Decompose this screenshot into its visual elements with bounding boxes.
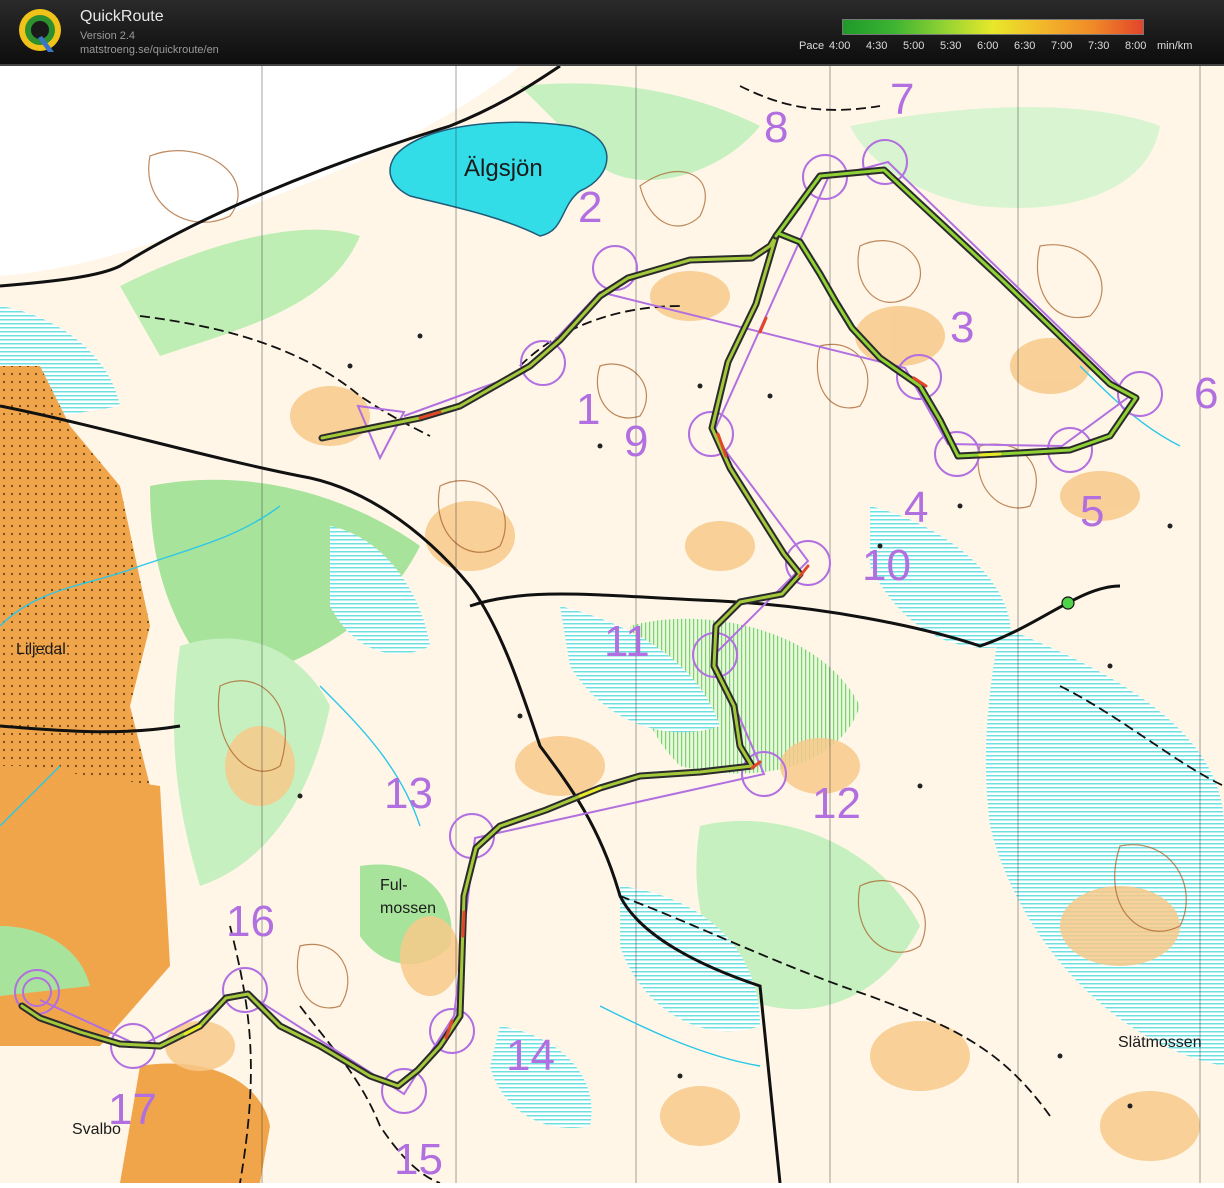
control-number: 16 [226,897,275,946]
map-canvas[interactable]: Älgsjön Liljedal Svalbo Ful- mossen Slät… [0,64,1224,1184]
quickroute-logo-icon [19,9,61,52]
pace-tick: 4:30 [866,40,888,52]
control-number: 9 [624,417,648,466]
control-number: 3 [950,303,974,352]
pace-gradient-bar [842,19,1144,35]
pace-tick: 6:30 [1014,40,1036,52]
control-number: 1 [576,385,600,434]
control-number: 12 [812,779,861,828]
pace-tick: 6:00 [977,40,999,52]
title-bar: QuickRoute Version 2.4 matstroeng.se/qui… [0,0,1224,66]
app-version: Version 2.4 [80,30,136,42]
control-number: 4 [904,483,928,532]
control-number: 15 [394,1135,443,1183]
lake-label: Älgsjön [464,155,543,182]
control-number: 2 [578,183,602,232]
village-label-liljedal: Liljedal [16,641,66,658]
control-number: 5 [1080,487,1104,536]
control-number: 10 [862,541,911,590]
control-number: 17 [108,1085,157,1134]
pace-tick: 4:00 [829,40,851,52]
pace-legend: Pace 4:00 4:30 5:00 5:30 6:00 6:30 7:00 … [799,40,1192,52]
pace-tick: 7:00 [1051,40,1073,52]
pace-unit: min/km [1157,40,1193,52]
control-number: 7 [890,75,914,124]
pace-tick: 7:30 [1088,40,1110,52]
control-number: 8 [764,103,788,152]
pace-tick: 5:00 [903,40,925,52]
control-number: 6 [1194,369,1218,418]
pace-tick: 5:30 [940,40,962,52]
marsh-label-line1: Ful- [380,877,408,894]
app-url: matstroeng.se/quickroute/en [80,44,219,56]
marsh-label-slatmossen: Slätmossen [1118,1034,1202,1051]
control-number: 14 [506,1031,555,1080]
pace-prefix: Pace [799,40,825,52]
pace-tick: 8:00 [1125,40,1147,52]
control-number: 13 [384,769,433,818]
control-number: 11 [604,617,650,666]
app-name: QuickRoute [80,8,164,25]
marsh-label-line2: mossen [380,900,436,917]
